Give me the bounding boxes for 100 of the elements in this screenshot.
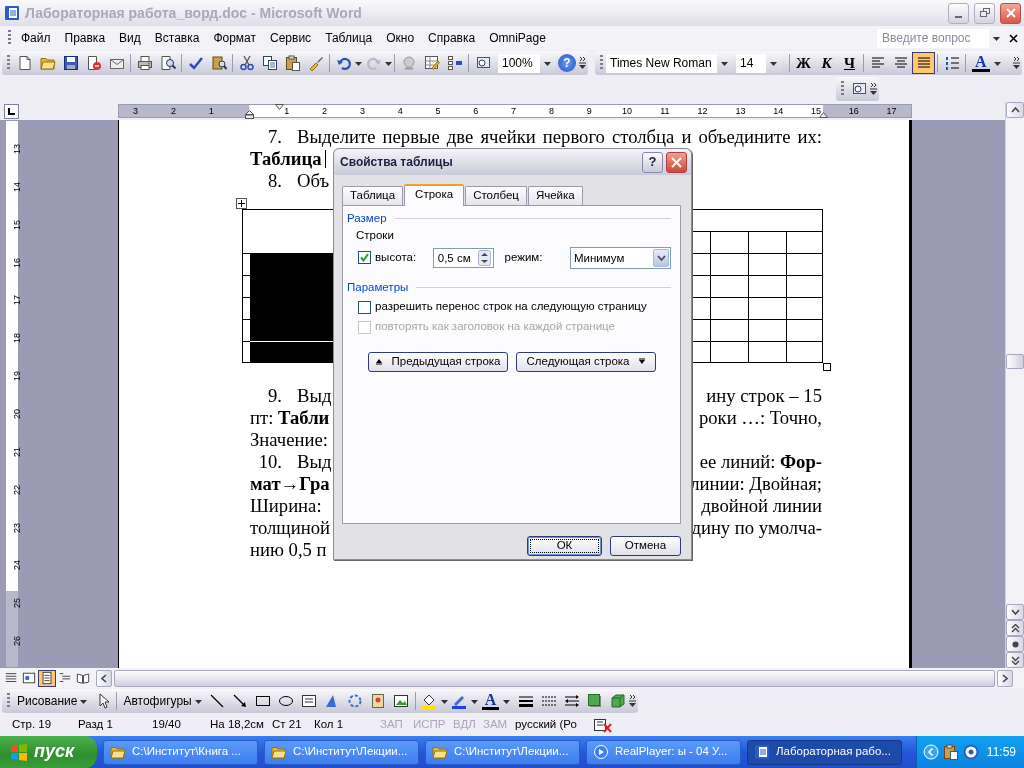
caret-icon[interactable] [544,59,551,67]
checkbox-label[interactable]: высота: [375,250,429,265]
close-button[interactable] [666,151,687,173]
scroll-right-button[interactable] [997,669,1013,687]
help-button[interactable]: ? [642,151,663,173]
menu-item[interactable]: Таблица [318,28,380,48]
scroll-thumb[interactable] [1006,354,1024,369]
next-page-button[interactable] [1006,652,1024,668]
tab[interactable]: Ячейка [527,186,583,205]
minimize-button[interactable] [948,2,969,24]
toolbar-grip[interactable] [7,693,10,709]
scroll-left-button[interactable] [96,669,112,687]
toolbar-options-icon[interactable] [629,694,638,708]
ruler-number: 5 [434,105,442,117]
height-spin-field[interactable]: 0,5 см [432,247,494,268]
toolbar-options-icon[interactable] [1013,56,1021,70]
circle-icon[interactable] [963,744,979,760]
mode-select[interactable]: Минимум [570,246,671,269]
field-label: режим: [504,250,544,265]
nav-button[interactable]: Предыдущая строка [368,352,508,372]
caret-icon[interactable] [194,697,202,705]
italic-button[interactable]: К [815,54,838,72]
tab[interactable]: Строка [404,184,465,206]
caret-icon[interactable] [770,59,777,67]
draw-menu-button[interactable]: Рисование [13,690,92,712]
chevron-icon[interactable] [923,744,939,760]
menu-item[interactable]: Вид [112,28,148,48]
book-cross-icon[interactable] [593,717,613,733]
caret-icon[interactable] [440,697,448,705]
checkbox-label[interactable]: разрешить перенос строк на следующую страницу [375,300,647,315]
dialog-title: Свойства таблицы [340,154,454,170]
clip-art-icon [370,693,387,709]
close-icon[interactable] [1009,33,1018,43]
menu-item[interactable]: OmniPage [482,28,553,48]
underline-button[interactable]: Ч [838,54,861,72]
tab[interactable]: Столбец [465,186,527,205]
menu-item[interactable]: Файл [14,28,58,48]
autoshapes-menu-button[interactable]: Автофигуры [119,690,206,712]
scroll-down-button[interactable] [1006,604,1024,620]
spin-arrows-icon[interactable] [477,249,491,266]
new-document-icon [16,55,33,71]
cancel-button[interactable]: Отмена [610,536,681,556]
first-line-indent-icon[interactable] [275,104,284,110]
close-button[interactable] [1000,2,1021,24]
caret-icon[interactable] [503,697,511,705]
toolbar-grip[interactable] [600,55,603,71]
toolbar-options-icon[interactable] [870,82,878,96]
previous-page-button[interactable] [1006,620,1024,636]
ok-button[interactable]: ОК [527,536,602,556]
start-button[interactable]: пуск [0,736,97,768]
checkbox[interactable] [358,300,371,314]
caret-icon[interactable] [993,34,1000,42]
font-color-button[interactable]: A [481,692,500,710]
caret-icon[interactable] [721,59,728,67]
body-text: ину строк – 15 [706,385,822,407]
left-indent-icon[interactable] [245,110,254,119]
zoom-field[interactable]: 100% [498,53,540,73]
tab-selector-button[interactable] [4,103,19,119]
restore-button[interactable] [974,2,995,24]
nav-button[interactable]: Следующая строка [516,352,656,372]
bold-button[interactable]: Ж [792,54,815,72]
ruler-number: 13 [734,105,747,117]
caret-icon[interactable] [993,59,1001,67]
scroll-up-button[interactable] [1006,102,1024,118]
body-text: Объ [297,170,330,192]
toolbar-grip[interactable] [8,30,11,46]
ruler-number: 10 [621,105,633,117]
table-move-handle-icon[interactable] [236,198,247,209]
caret-icon[interactable] [355,59,362,67]
font-color-button[interactable]: A [972,54,990,72]
menu-item[interactable]: Формат [206,28,264,48]
ruler-number: 21 [12,446,22,457]
open-folder-icon [39,55,56,71]
right-indent-icon[interactable] [819,112,828,118]
menu-item[interactable]: Сервис [263,28,319,48]
brush-icon [307,55,324,71]
tab[interactable]: Таблица [342,186,404,205]
toolbar-options-icon[interactable] [579,56,587,70]
question-field[interactable]: Введите вопрос [877,28,989,48]
print-view-button[interactable] [38,669,56,687]
clipboard-icon[interactable] [943,744,959,760]
caret-icon[interactable] [385,59,392,67]
menu-item[interactable]: Справка [421,28,483,48]
shadow-icon [586,693,603,709]
toolbar-grip[interactable] [7,55,10,71]
caret-icon[interactable] [470,697,478,705]
ruler-number: 15 [12,219,22,230]
caret-icon[interactable] [80,697,88,705]
menu-item[interactable]: Окно [379,28,422,48]
browse-object-button[interactable] [1006,636,1024,652]
menu-item[interactable]: Вставка [147,28,207,48]
menu-item[interactable]: Правка [57,28,113,48]
taskbar-button[interactable]: Лабораторная рабо... [747,739,902,765]
align-justify-button[interactable] [912,52,935,74]
font-field[interactable]: Times New Roman [606,53,717,73]
table-resize-handle-icon[interactable] [823,363,831,371]
scroll-thumb[interactable] [114,669,995,687]
checkbox[interactable] [358,251,371,265]
font-size-field[interactable]: 14 [736,53,766,73]
toolbar-grip[interactable] [841,81,844,97]
